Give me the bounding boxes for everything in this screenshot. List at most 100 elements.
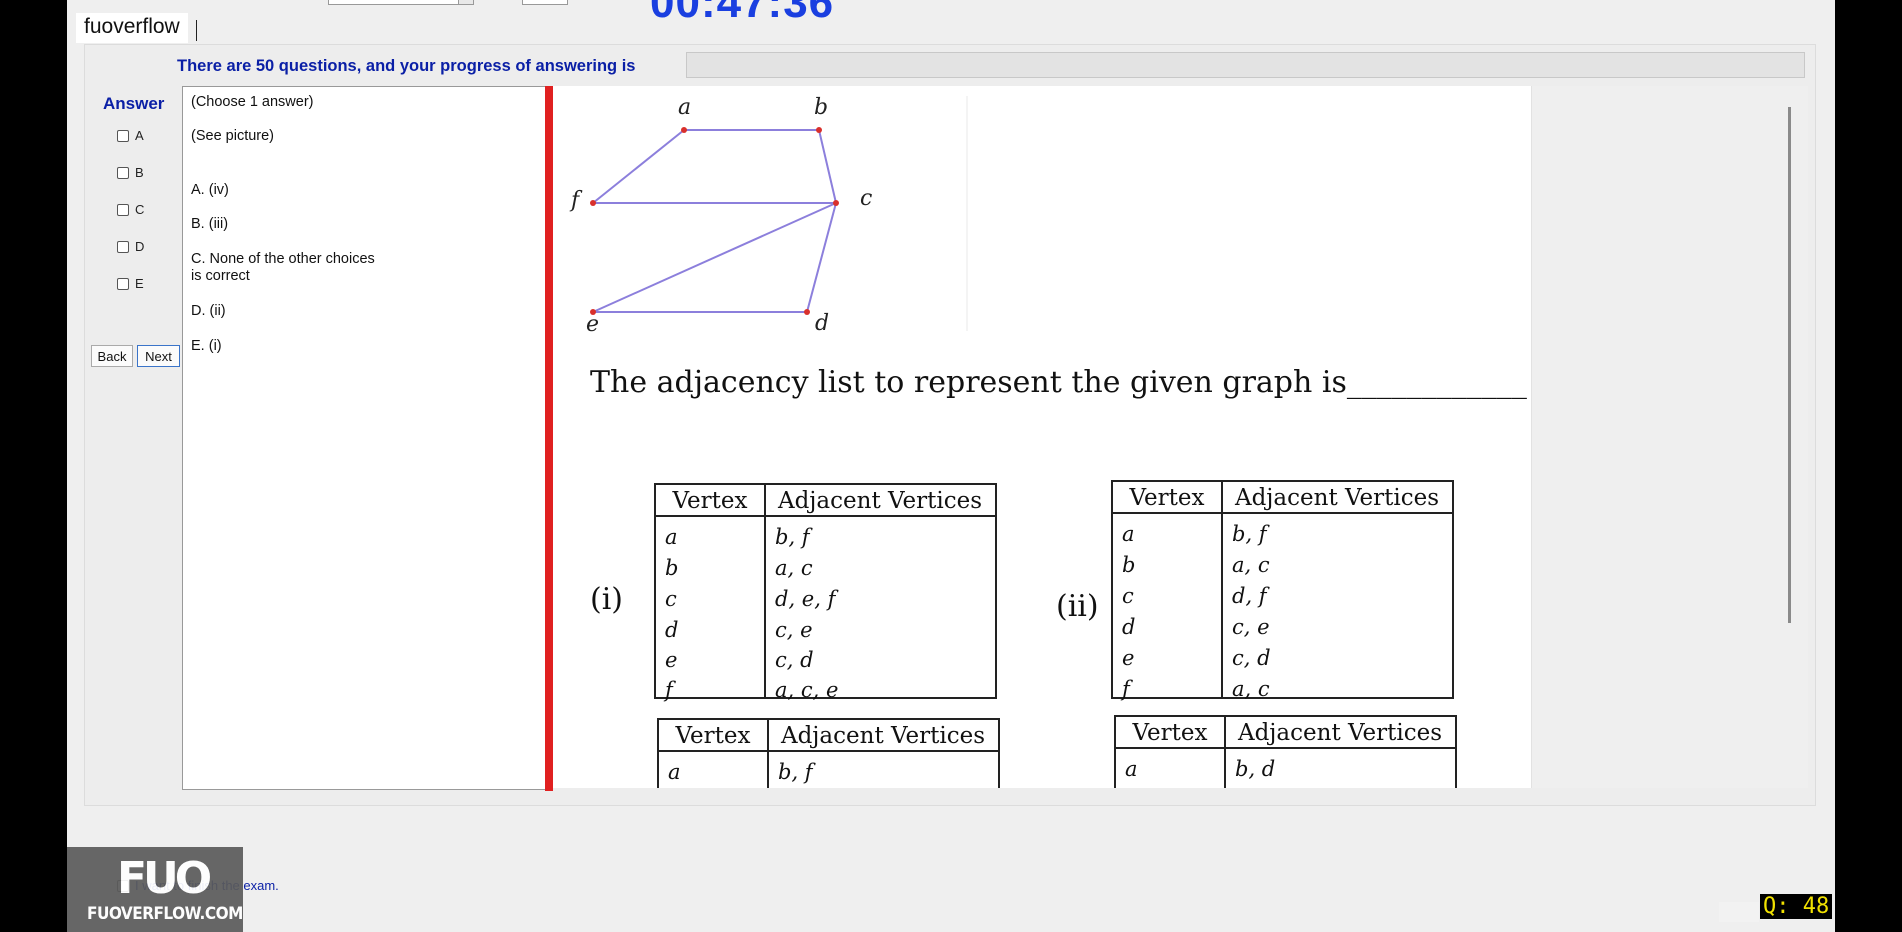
vertex-label-f: f: [569, 188, 583, 213]
progress-bar: [686, 52, 1805, 78]
edge-b-c: [818, 129, 837, 204]
checkbox[interactable]: [117, 203, 129, 216]
edge-c-d: [806, 202, 837, 313]
progress-label: There are 50 questions, and your progres…: [177, 57, 636, 75]
exam-timer: 00:47:36: [650, 0, 835, 27]
vertex-label-a: a: [678, 95, 691, 120]
figure-prompt: The adjacency list to represent the give…: [590, 365, 1527, 400]
back-button[interactable]: Back: [91, 345, 133, 367]
header-adjacent: Adjacent Vertices: [1237, 720, 1442, 746]
choice-c: C. None of the other choices is correct: [191, 251, 375, 284]
answer-option-e[interactable]: E: [117, 276, 144, 291]
image-scroll-area[interactable]: [1531, 86, 1808, 788]
cell-adjacent: a, c: [1232, 553, 1270, 577]
answer-title: Answer: [103, 94, 165, 113]
header-adjacent: Adjacent Vertices: [1234, 485, 1439, 511]
answer-option-c[interactable]: C: [117, 202, 144, 217]
checkbox[interactable]: [117, 277, 129, 290]
fuoverflow-logo: FUO FUOVERFLOW.COM: [67, 847, 243, 932]
question-figure: a b c d e f The adjacency list to repres…: [569, 95, 1527, 788]
cell-vertex: d: [665, 618, 678, 642]
option-letter: C: [135, 202, 145, 217]
answer-option-b[interactable]: B: [117, 165, 144, 180]
header-vertex: Vertex: [672, 488, 748, 514]
choice-d: D. (ii): [191, 303, 226, 319]
table-ii: (ii) Vertex Adjacent Vertices a b, f b a, …: [1056, 480, 1454, 701]
table-label: (ii): [1056, 589, 1099, 624]
cell-adjacent: c, e: [775, 618, 813, 642]
cell-adjacent: b, f: [775, 525, 813, 549]
cell-adjacent: a, c: [1232, 677, 1270, 701]
vertex-label-c: c: [860, 186, 872, 211]
cell-adjacent: d, e, f: [775, 587, 839, 611]
text-caret: [196, 20, 197, 41]
logo-mark: FUO: [117, 853, 212, 904]
edge-e-c: [592, 202, 837, 313]
edge-f-a: [592, 129, 685, 204]
vertex-d: [804, 309, 810, 315]
cell-vertex: c: [665, 587, 677, 611]
cell-vertex: a: [668, 760, 681, 784]
question-text-panel: (Choose 1 answer) (See picture) A. (iv) …: [182, 86, 546, 790]
cell-adjacent: b, d: [1235, 757, 1275, 781]
cell-vertex: a: [665, 525, 678, 549]
graph-edges: [592, 129, 837, 313]
cell-adjacent: c, e: [1232, 615, 1270, 639]
option-letter: A: [135, 128, 144, 143]
brand-label: fuoverflow: [76, 13, 188, 43]
vertex-label-d: d: [815, 311, 829, 336]
answer-option-a[interactable]: A: [117, 128, 144, 143]
cell-adjacent: a, c, e: [775, 678, 838, 702]
cell-vertex: a: [1122, 522, 1135, 546]
checkbox[interactable]: [117, 240, 129, 253]
question-instruction: (Choose 1 answer): [191, 94, 314, 110]
checkbox[interactable]: [117, 129, 129, 142]
cell-vertex: e: [665, 648, 677, 672]
vertical-scrollbar[interactable]: [1788, 107, 1791, 623]
cell-adjacent: d, f: [1232, 584, 1270, 608]
header-adjacent: Adjacent Vertices: [777, 488, 982, 514]
graph-vertices: [590, 127, 839, 315]
vertex-c: [833, 200, 839, 206]
cell-adjacent: b, f: [1232, 522, 1270, 546]
logo-text: FUOVERFLOW.COM: [87, 904, 243, 924]
question-counter: Q: 48: [1760, 894, 1833, 919]
choice-b: B. (iii): [191, 216, 229, 232]
option-letter: D: [135, 239, 145, 254]
header-vertex: Vertex: [675, 723, 751, 749]
vertex-label-e: e: [586, 312, 599, 337]
cell-vertex: b: [665, 556, 678, 580]
question-image: a b c d e f The adjacency list to repres…: [553, 86, 1531, 788]
cell-vertex: e: [1122, 646, 1134, 670]
cell-adjacent: b, f: [778, 760, 816, 784]
table-iv: Vertex Adjacent Vertices a b, d: [1114, 715, 1457, 788]
choice-a: A. (iv): [191, 182, 229, 198]
cell-adjacent: c, d: [775, 648, 814, 672]
vertex-b: [816, 127, 822, 133]
cell-adjacent: a, c: [775, 556, 813, 580]
cell-vertex: b: [1122, 553, 1135, 577]
checkbox[interactable]: [117, 166, 129, 179]
next-button[interactable]: Next: [137, 345, 180, 367]
header-vertex: Vertex: [1129, 485, 1205, 511]
top-dropdown[interactable]: [328, 0, 474, 5]
answer-option-d[interactable]: D: [117, 239, 144, 254]
exam-window: 00:47:36 fuoverflow There are 50 questio…: [67, 0, 1835, 932]
cell-vertex: a: [1125, 757, 1138, 781]
table-iii: Vertex Adjacent Vertices a b, f: [657, 718, 1000, 788]
option-letter: B: [135, 165, 144, 180]
question-see-picture: (See picture): [191, 128, 275, 144]
splitter-bar[interactable]: [545, 86, 553, 791]
header-vertex: Vertex: [1132, 720, 1208, 746]
vertex-f: [590, 200, 596, 206]
top-field[interactable]: [522, 0, 568, 5]
cell-adjacent: c, d: [1232, 646, 1271, 670]
cell-vertex: d: [1122, 615, 1135, 639]
choice-e: E. (i): [191, 338, 222, 354]
table-i: (i) Vertex Adjacent Vertices a b, f b a, c…: [590, 483, 997, 702]
header-adjacent: Adjacent Vertices: [780, 723, 985, 749]
vertex-a: [681, 127, 687, 133]
table-label: (i): [590, 582, 623, 617]
vertex-label-b: b: [814, 95, 828, 120]
counter-backdrop: [1719, 902, 1759, 922]
